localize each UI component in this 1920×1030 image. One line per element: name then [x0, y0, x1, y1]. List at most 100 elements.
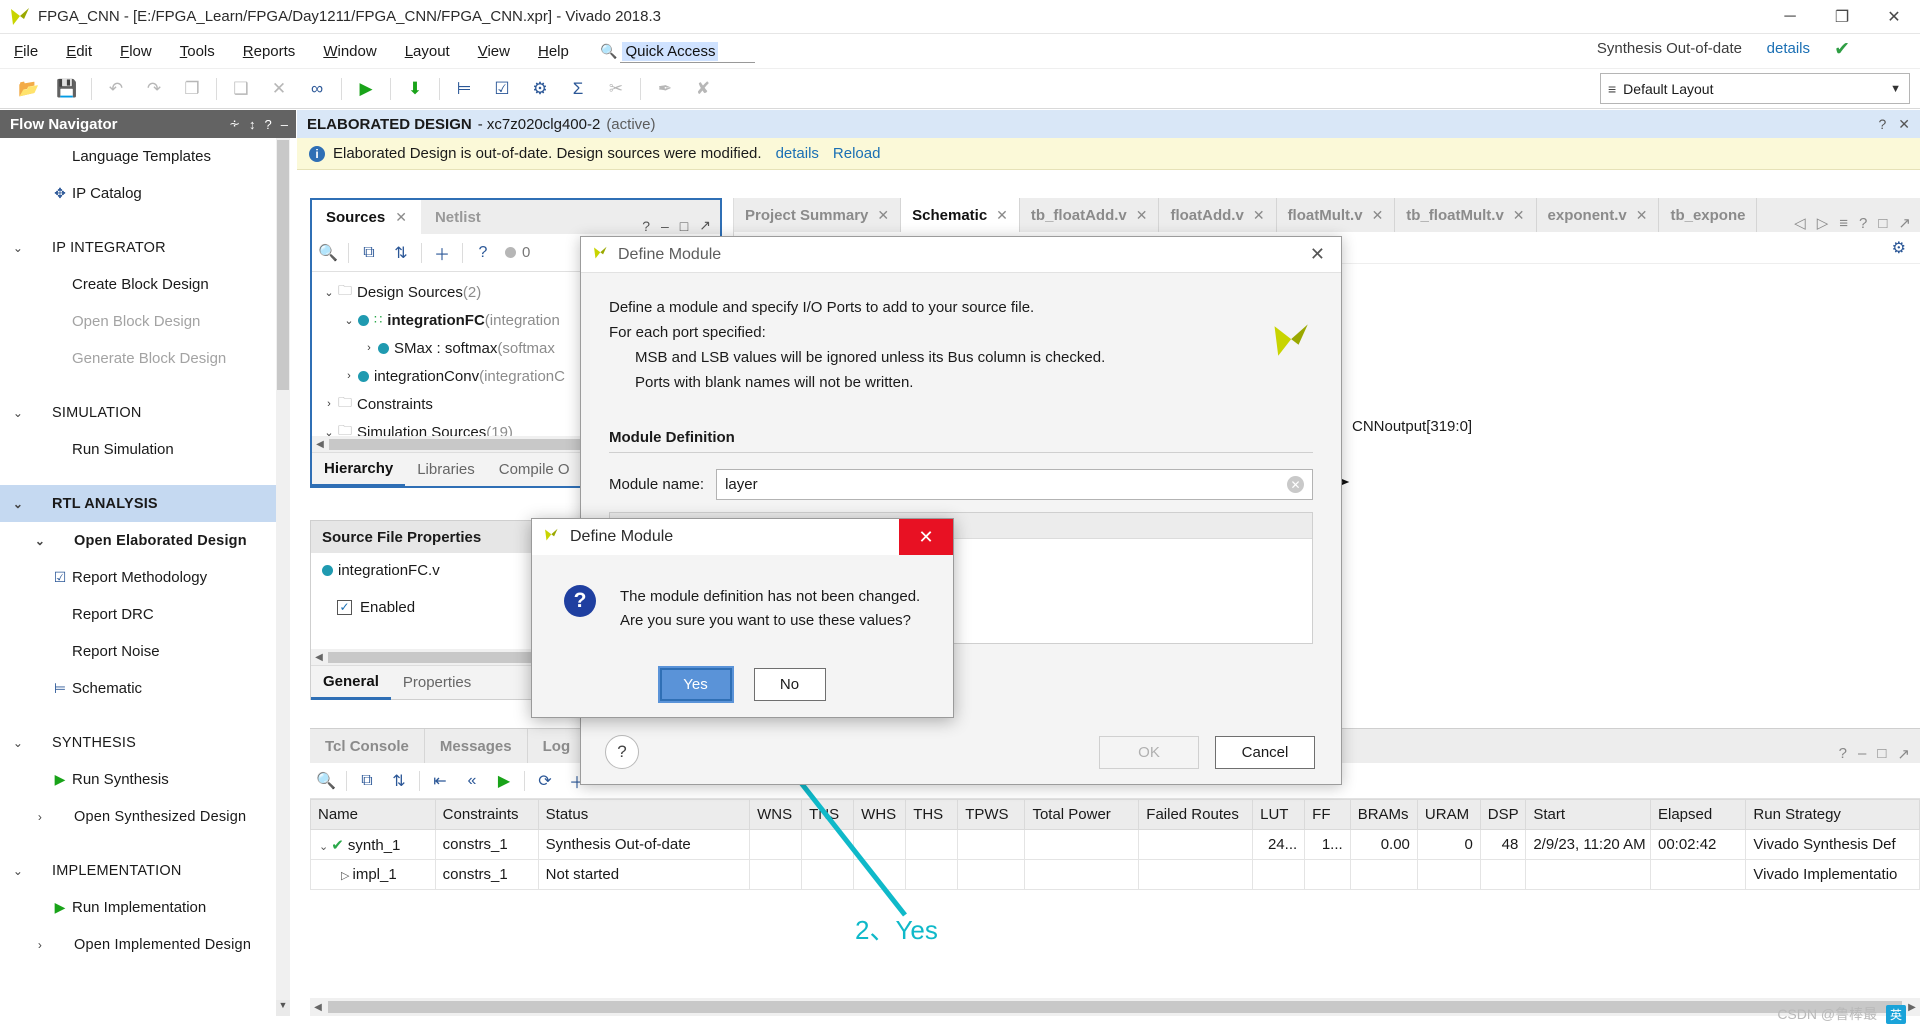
help-icon[interactable]: ? [1878, 116, 1886, 133]
tab-floatadd-v[interactable]: floatAdd.v ✕ [1159, 198, 1277, 232]
tab-messages[interactable]: Messages [425, 729, 528, 763]
chevron-down-icon[interactable]: ⌄ [320, 286, 338, 299]
expand-all-icon[interactable]: ↕ [249, 117, 256, 132]
column-header-dsp[interactable]: DSP [1479, 799, 1527, 830]
fn-scroll-down[interactable]: ▼ [276, 1000, 290, 1016]
tab-general[interactable]: General [311, 666, 391, 700]
chevron-right-icon[interactable]: › [30, 810, 50, 824]
tab-log[interactable]: Log [528, 729, 587, 763]
expand-all-icon[interactable]: ⇅ [383, 768, 415, 794]
tab-tb-expone[interactable]: tb_expone [1659, 198, 1758, 232]
float-icon[interactable]: ↗ [1897, 745, 1910, 763]
column-header-failed-routes[interactable]: Failed Routes [1138, 799, 1254, 830]
sidebar-item-open-synthesized-design[interactable]: › Open Synthesized Design [0, 798, 289, 835]
chevron-right-icon[interactable]: › [30, 938, 50, 952]
column-header-name[interactable]: Name [310, 799, 436, 830]
tab-compile-o[interactable]: Compile O [487, 453, 582, 487]
sidebar-item-simulation[interactable]: ⌄ SIMULATION [0, 394, 289, 431]
menu-file[interactable]: File [0, 39, 52, 64]
sidebar-item-run-simulation[interactable]: Run Simulation [0, 431, 289, 468]
schematic-icon[interactable]: ⊨ [448, 74, 480, 104]
ok-button[interactable]: OK [1099, 735, 1199, 769]
sigma-icon[interactable]: Σ [562, 74, 594, 104]
status-details-link[interactable]: details [1767, 40, 1810, 57]
tab-libraries[interactable]: Libraries [405, 453, 487, 487]
column-header-total-power[interactable]: Total Power [1024, 799, 1140, 830]
search-icon[interactable]: 🔍 [310, 768, 342, 794]
maximize-icon[interactable]: □ [1878, 215, 1887, 232]
minimize-icon[interactable]: – [661, 218, 669, 234]
help-icon[interactable]: ? [642, 218, 650, 234]
close-icon[interactable]: ✕ [1310, 244, 1325, 265]
help-icon[interactable]: ? [265, 117, 272, 132]
tab-project-summary[interactable]: Project Summary ✕ [734, 198, 902, 232]
help-icon[interactable]: ? [1839, 745, 1847, 763]
bottom-hscrollbar[interactable]: ◀ ▶ [310, 998, 1920, 1016]
chevron-right-icon[interactable]: › [360, 342, 378, 354]
reset-icon[interactable]: ⟳ [529, 768, 561, 794]
chevron-down-icon[interactable]: ▼ [1890, 83, 1901, 95]
sidebar-item-language-templates[interactable]: Language Templates [0, 138, 289, 175]
tab-list-icon[interactable]: ≡ [1839, 215, 1848, 232]
sidebar-item-rtl-analysis[interactable]: ⌄ RTL ANALYSIS [0, 485, 289, 522]
no-button[interactable]: No [753, 668, 826, 701]
sidebar-item-generate-block-design[interactable]: Generate Block Design [0, 340, 289, 377]
column-header-constraints[interactable]: Constraints [434, 799, 539, 830]
column-header-ff[interactable]: FF [1304, 799, 1351, 830]
scroll-thumb[interactable] [277, 140, 289, 390]
menu-layout[interactable]: Layout [391, 39, 464, 64]
sidebar-item-ip-integrator[interactable]: ⌄ IP INTEGRATOR [0, 229, 289, 266]
column-header-brams[interactable]: BRAMs [1349, 799, 1418, 830]
add-sources-icon[interactable]: ＋ [426, 240, 458, 266]
column-header-run-strategy[interactable]: Run Strategy [1745, 799, 1920, 830]
tab-hierarchy[interactable]: Hierarchy [312, 453, 406, 487]
menu-flow[interactable]: Flow [106, 39, 166, 64]
banner-reload-link[interactable]: Reload [833, 145, 881, 162]
find-icon[interactable]: ∞ [301, 74, 333, 104]
column-header-uram[interactable]: URAM [1416, 799, 1481, 830]
banner-details-link[interactable]: details [776, 145, 819, 162]
search-icon[interactable]: 🔍 [312, 240, 344, 266]
expand-all-icon[interactable]: ⇅ [385, 240, 417, 266]
scroll-left-icon[interactable]: ◀ [312, 439, 328, 450]
tab-schematic[interactable]: Schematic ✕ [901, 198, 1020, 232]
sidebar-item-open-implemented-design[interactable]: › Open Implemented Design [0, 926, 289, 963]
prev-icon[interactable]: « [456, 768, 488, 794]
minimize-icon[interactable]: – [1858, 745, 1866, 763]
scroll-thumb[interactable] [328, 1001, 1902, 1013]
close-icon[interactable]: ✕ [1372, 207, 1384, 224]
column-header-tpws[interactable]: TPWS [957, 799, 1026, 830]
menu-edit[interactable]: Edit [52, 39, 106, 64]
table-row[interactable]: ▷ impl_1 constrs_1 Not started Vivado Imple… [310, 859, 1920, 890]
enabled-checkbox[interactable]: ✓ [337, 599, 352, 615]
minimize-button[interactable]: ─ [1764, 0, 1816, 34]
tab-netlist[interactable]: Netlist [421, 200, 495, 234]
menu-view[interactable]: View [464, 39, 524, 64]
column-header-lut[interactable]: LUT [1252, 799, 1306, 830]
sidebar-item-ip-catalog[interactable]: ✥ IP Catalog [0, 175, 289, 212]
collapse-all-icon[interactable]: ∻ [229, 116, 240, 132]
chevron-down-icon[interactable]: ⌄ [8, 406, 28, 420]
column-header-elapsed[interactable]: Elapsed [1649, 799, 1747, 830]
chevron-right-icon[interactable]: ▷ [341, 870, 353, 882]
tab-tcl-console[interactable]: Tcl Console [310, 729, 425, 763]
column-header-tns[interactable]: TNS [801, 799, 855, 830]
maximize-icon[interactable]: □ [680, 218, 688, 234]
tab-properties[interactable]: Properties [391, 666, 483, 700]
chevron-down-icon[interactable]: ⌄ [340, 314, 358, 327]
settings-gear-icon[interactable]: ⚙ [524, 74, 556, 104]
flow-navigator-scrollbar[interactable] [276, 138, 290, 1016]
run-icon[interactable]: ▶ [350, 74, 382, 104]
sidebar-item-report-drc[interactable]: Report DRC [0, 596, 289, 633]
chevron-down-icon[interactable]: ⌄ [8, 241, 28, 255]
scroll-left-icon[interactable]: ◀ [310, 1002, 326, 1013]
sidebar-item-open-block-design[interactable]: Open Block Design [0, 303, 289, 340]
close-icon[interactable]: ✕ [996, 207, 1008, 224]
next-icon[interactable]: ▶ [488, 768, 520, 794]
menu-reports[interactable]: Reports [229, 39, 310, 64]
column-header-start[interactable]: Start [1525, 799, 1651, 830]
checklist-icon[interactable]: ☑ [486, 74, 518, 104]
help-icon[interactable]: ? [1859, 215, 1867, 232]
chevron-down-icon[interactable]: ⌄ [8, 497, 28, 511]
tab-tb-floatadd-v[interactable]: tb_floatAdd.v ✕ [1020, 198, 1160, 232]
